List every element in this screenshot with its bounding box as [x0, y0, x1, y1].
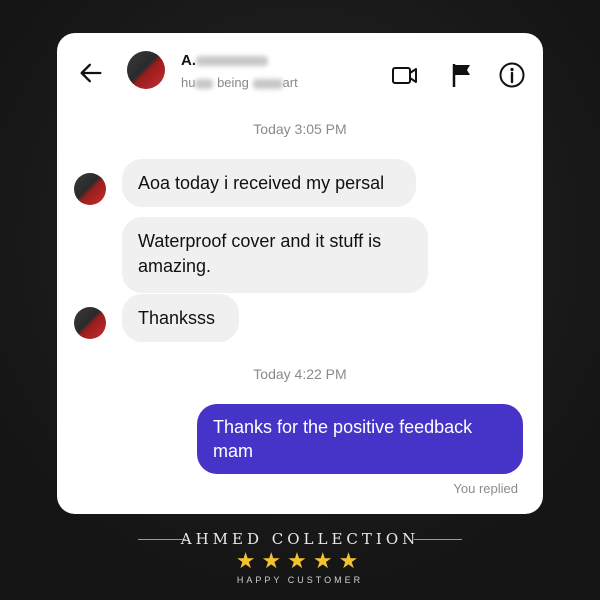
incoming-message[interactable]: Thanksss: [122, 294, 239, 342]
blurred-text: [195, 78, 214, 89]
flag-icon[interactable]: [448, 61, 476, 89]
outgoing-message[interactable]: Thanks for the positive feedback mam: [197, 404, 523, 474]
contact-name[interactable]: A.: [181, 52, 268, 69]
star-rating-icon: ★★★★★: [235, 548, 365, 573]
reply-status: You replied: [453, 481, 518, 496]
avatar[interactable]: [74, 173, 106, 205]
chat-card: A. hu being art Today 3:05 PM Aoa today …: [57, 33, 543, 514]
brand-name: AHMED COLLECTION: [180, 530, 420, 548]
timestamp: Today 4:22 PM: [253, 366, 347, 382]
avatar[interactable]: [127, 51, 165, 89]
contact-name-text: A.: [181, 52, 196, 69]
chat-header: A. hu being art: [57, 33, 543, 113]
back-arrow-icon[interactable]: [77, 59, 105, 87]
timestamp: Today 3:05 PM: [253, 121, 347, 137]
subtitle-part: being: [213, 75, 253, 90]
blurred-text: [252, 78, 283, 89]
blurred-name: [196, 56, 268, 67]
tagline: HAPPY CUSTOMER: [236, 575, 364, 585]
subtitle-part: hu: [181, 75, 196, 90]
video-call-icon[interactable]: [391, 61, 419, 89]
avatar[interactable]: [74, 307, 106, 339]
contact-subtitle: hu being art: [181, 75, 298, 90]
incoming-message[interactable]: Aoa today i received my persal: [122, 159, 416, 207]
subtitle-part: art: [282, 75, 298, 90]
info-icon[interactable]: [498, 61, 526, 89]
incoming-message[interactable]: Waterproof cover and it stuff is amazing…: [122, 217, 428, 293]
